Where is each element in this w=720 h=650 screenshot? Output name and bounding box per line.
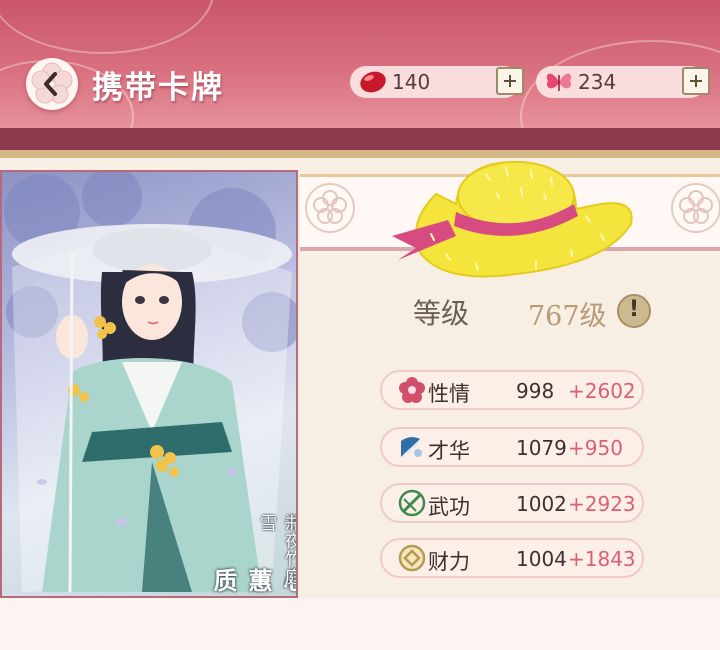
coin-icon bbox=[398, 544, 426, 572]
card-verse-line-2: 琼灯案上书 bbox=[280, 514, 298, 532]
currency-red-bean: 140 bbox=[350, 66, 524, 98]
bottom-panel bbox=[0, 598, 720, 650]
currency-butterfly: 234 bbox=[536, 66, 710, 98]
fan-icon bbox=[401, 437, 422, 457]
stat-row-temperament: 性情 998 +2602 bbox=[380, 370, 644, 410]
stat-name: 性情 bbox=[428, 382, 470, 406]
stat-bonus: +950 bbox=[568, 436, 623, 460]
butterfly-icon bbox=[546, 73, 572, 91]
level-label: 等级 bbox=[413, 297, 470, 330]
chevron-left-icon bbox=[31, 62, 73, 104]
level-value: 767级 bbox=[528, 301, 607, 332]
flower-medal-icon bbox=[305, 183, 355, 233]
red-bean-count: 140 bbox=[392, 70, 431, 94]
stat-bonus: +2602 bbox=[568, 379, 636, 403]
stat-value: 1002 bbox=[516, 492, 567, 516]
stat-name: 武功 bbox=[428, 495, 470, 519]
stat-value: 998 bbox=[516, 379, 555, 403]
sword-icon bbox=[398, 489, 426, 517]
butterfly-count: 234 bbox=[578, 70, 617, 94]
header-divider bbox=[0, 128, 720, 150]
stat-bonus: +1843 bbox=[568, 547, 636, 571]
stat-value: 1004 bbox=[516, 547, 567, 571]
stat-bonus: +2923 bbox=[568, 492, 636, 516]
stat-row-martial: 武功 1002 +2923 bbox=[380, 483, 644, 523]
flower-medal-icon bbox=[671, 183, 720, 233]
add-butterfly-button[interactable] bbox=[682, 67, 710, 95]
info-icon: ! bbox=[628, 297, 640, 322]
stat-row-talent: 才华 1079 +950 bbox=[380, 427, 644, 467]
character-card[interactable]: 兰心蕙质 深夜竹庭雪 琼灯案上书 bbox=[0, 170, 298, 598]
level-info-button[interactable]: ! bbox=[617, 294, 651, 328]
stat-name: 财力 bbox=[428, 550, 470, 574]
stat-name: 才华 bbox=[428, 439, 470, 463]
back-button[interactable] bbox=[26, 58, 78, 110]
add-red-bean-button[interactable] bbox=[496, 67, 524, 95]
stat-value: 1079 bbox=[516, 436, 567, 460]
page-title: 携带卡牌 bbox=[92, 70, 224, 106]
straw-hat-icon bbox=[392, 160, 633, 278]
red-bean-icon bbox=[360, 71, 386, 93]
flower-icon bbox=[399, 377, 425, 403]
stat-row-wealth: 财力 1004 +1843 bbox=[380, 538, 644, 578]
